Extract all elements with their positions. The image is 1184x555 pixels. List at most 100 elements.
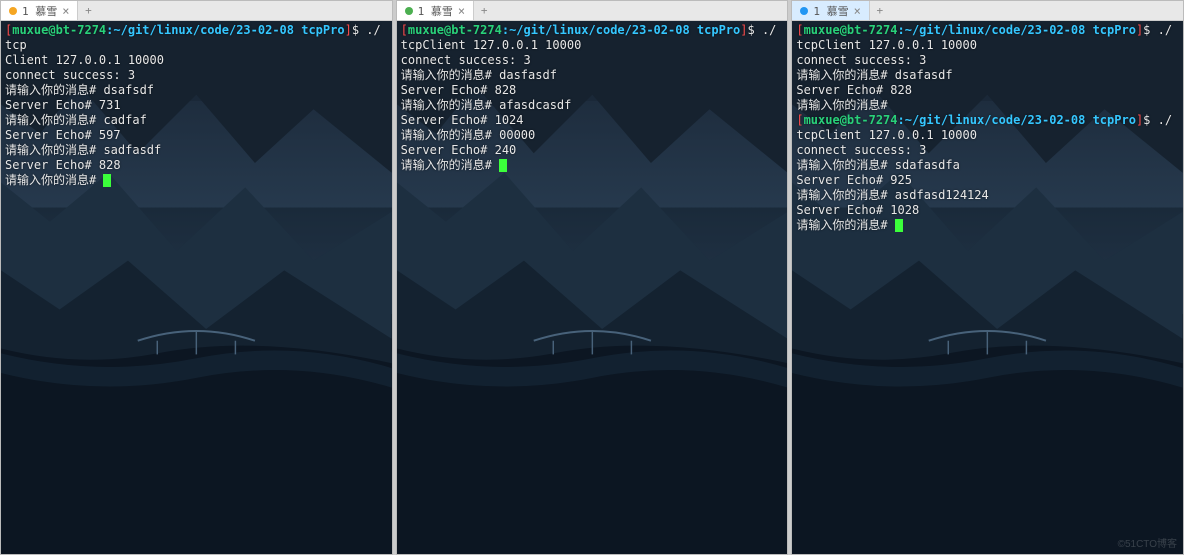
terminal-line: [muxue@bt-7274:~/git/linux/code/23-02-08… [401, 23, 784, 38]
prompt-colon: : [898, 23, 905, 37]
prompt-bracket-open: [ [796, 23, 803, 37]
output-line: tcpClient 127.0.0.1 10000 [401, 38, 582, 52]
terminal-line: Client 127.0.0.1 10000 [5, 53, 388, 68]
input-line: 请输入你的消息# 00000 [401, 128, 536, 142]
terminal-line: Server Echo# 925 [796, 173, 1179, 188]
terminal-text: [muxue@bt-7274:~/git/linux/code/23-02-08… [796, 23, 1179, 233]
input-line: 请输入你的消息# [796, 218, 894, 232]
prompt-bracket-close: ] [740, 23, 747, 37]
input-line: 请输入你的消息# [796, 98, 887, 112]
input-line: 请输入你的消息# sdafasdfa [796, 158, 959, 172]
terminal-body[interactable]: [muxue@bt-7274:~/git/linux/code/23-02-08… [397, 21, 788, 554]
input-line: 请输入你的消息# afasdcasdf [401, 98, 572, 112]
terminal-body[interactable]: [muxue@bt-7274:~/git/linux/code/23-02-08… [792, 21, 1183, 554]
terminal-line: Server Echo# 828 [5, 158, 388, 173]
tab-title: 1 慕雪 [418, 3, 453, 19]
prompt-dollar: $ [1143, 23, 1157, 37]
add-tab-button[interactable]: + [870, 4, 890, 17]
echo-line: Server Echo# 240 [401, 143, 517, 157]
terminal-line: connect success: 3 [796, 53, 1179, 68]
input-line: 请输入你的消息# dsafsdf [5, 83, 154, 97]
echo-line: Server Echo# 1028 [796, 203, 919, 217]
status-dot-icon [405, 7, 413, 15]
prompt-dollar: $ [352, 23, 366, 37]
prompt-colon: : [502, 23, 509, 37]
input-line: 请输入你的消息# dsafasdf [796, 68, 952, 82]
watermark: ©51CTO博客 [1118, 535, 1177, 550]
cursor-block [103, 174, 111, 187]
terminal-line: 请输入你的消息# cadfaf [5, 113, 388, 128]
prompt-dir: tcpPro [1093, 113, 1136, 127]
cursor-block [499, 159, 507, 172]
terminal-line: connect success: 3 [5, 68, 388, 83]
terminal-line: 请输入你的消息# dsafsdf [5, 83, 388, 98]
status-dot-icon [800, 7, 808, 15]
echo-line: Server Echo# 828 [796, 83, 912, 97]
prompt-dir: tcpPro [697, 23, 740, 37]
tab-bar: 1 慕雪×+ [1, 1, 392, 21]
prompt-path: ~/git/linux/code/23-02-08 [905, 113, 1093, 127]
echo-line: Server Echo# 597 [5, 128, 121, 142]
terminal-line: Server Echo# 1028 [796, 203, 1179, 218]
terminal-line: 请输入你的消息# sdafasdfa [796, 158, 1179, 173]
terminal-line: 请输入你的消息# afasdcasdf [401, 98, 784, 113]
output-line: connect success: 3 [796, 53, 926, 67]
terminal-pane: 1 慕雪×+ [muxue@bt-7274:~/git/linux/code/2… [0, 0, 393, 555]
echo-line: Server Echo# 925 [796, 173, 912, 187]
terminal-body[interactable]: [muxue@bt-7274:~/git/linux/code/23-02-08… [1, 21, 392, 554]
terminal-line: connect success: 3 [401, 53, 784, 68]
terminal-text: [muxue@bt-7274:~/git/linux/code/23-02-08… [5, 23, 388, 188]
prompt-dir: tcpPro [1093, 23, 1136, 37]
add-tab-button[interactable]: + [474, 4, 494, 17]
prompt-user: muxue@bt-7274 [804, 113, 898, 127]
terminal-line: 请输入你的消息# 00000 [401, 128, 784, 143]
terminal-line: [muxue@bt-7274:~/git/linux/code/23-02-08… [5, 23, 388, 53]
terminal-line: connect success: 3 [796, 143, 1179, 158]
terminal-line: 请输入你的消息# dsafasdf [796, 68, 1179, 83]
terminal-line: [muxue@bt-7274:~/git/linux/code/23-02-08… [796, 113, 1179, 143]
terminal-line: Server Echo# 1024 [401, 113, 784, 128]
prompt-path: ~/git/linux/code/23-02-08 [905, 23, 1093, 37]
command-text: ./ [762, 23, 776, 37]
tab-bar: 1 慕雪 × + [397, 1, 788, 21]
terminal-line: 请输入你的消息# asdfasd124124 [796, 188, 1179, 203]
terminal-line: 请输入你的消息# dasfasdf [401, 68, 784, 83]
terminal-line: Server Echo# 828 [401, 83, 784, 98]
input-line: 请输入你的消息# sadfasdf [5, 143, 161, 157]
terminal-tab[interactable]: 1 慕雪× [792, 1, 869, 20]
prompt-path: ~/git/linux/code/23-02-08 [113, 23, 301, 37]
terminal-tab[interactable]: 1 慕雪× [1, 1, 78, 20]
echo-line: Server Echo# 828 [401, 83, 517, 97]
close-icon[interactable]: × [854, 5, 861, 17]
terminal-line: Server Echo# 731 [5, 98, 388, 113]
input-line: 请输入你的消息# [5, 173, 103, 187]
input-line: 请输入你的消息# [401, 158, 499, 172]
terminal-line: 请输入你的消息# sadfasdf [5, 143, 388, 158]
terminal-line: 请输入你的消息# [796, 98, 1179, 113]
status-dot-icon [9, 7, 17, 15]
terminal-line: Server Echo# 597 [5, 128, 388, 143]
add-tab-button[interactable]: + [78, 4, 98, 17]
output-line: connect success: 3 [796, 143, 926, 157]
terminal-line: tcpClient 127.0.0.1 10000 [401, 38, 784, 53]
terminal-line: 请输入你的消息# [401, 158, 784, 173]
terminal-tab[interactable]: 1 慕雪 × [397, 1, 474, 20]
terminal-line: Server Echo# 828 [796, 83, 1179, 98]
output-line: Client 127.0.0.1 10000 [5, 53, 164, 67]
echo-line: Server Echo# 828 [5, 158, 121, 172]
echo-line: Server Echo# 1024 [401, 113, 524, 127]
prompt-path: ~/git/linux/code/23-02-08 [509, 23, 697, 37]
input-line: 请输入你的消息# dasfasdf [401, 68, 557, 82]
cursor-block [895, 219, 903, 232]
close-icon[interactable]: × [458, 5, 465, 17]
terminal-line: Server Echo# 240 [401, 143, 784, 158]
tab-bar: 1 慕雪×+ [792, 1, 1183, 21]
prompt-bracket-close: ] [345, 23, 352, 37]
prompt-bracket-open: [ [401, 23, 408, 37]
prompt-dollar: $ [748, 23, 762, 37]
prompt-dollar: $ [1143, 113, 1157, 127]
terminal-line: 请输入你的消息# [796, 218, 1179, 233]
input-line: 请输入你的消息# asdfasd124124 [796, 188, 988, 202]
terminal-text: [muxue@bt-7274:~/git/linux/code/23-02-08… [401, 23, 784, 173]
close-icon[interactable]: × [62, 5, 69, 17]
